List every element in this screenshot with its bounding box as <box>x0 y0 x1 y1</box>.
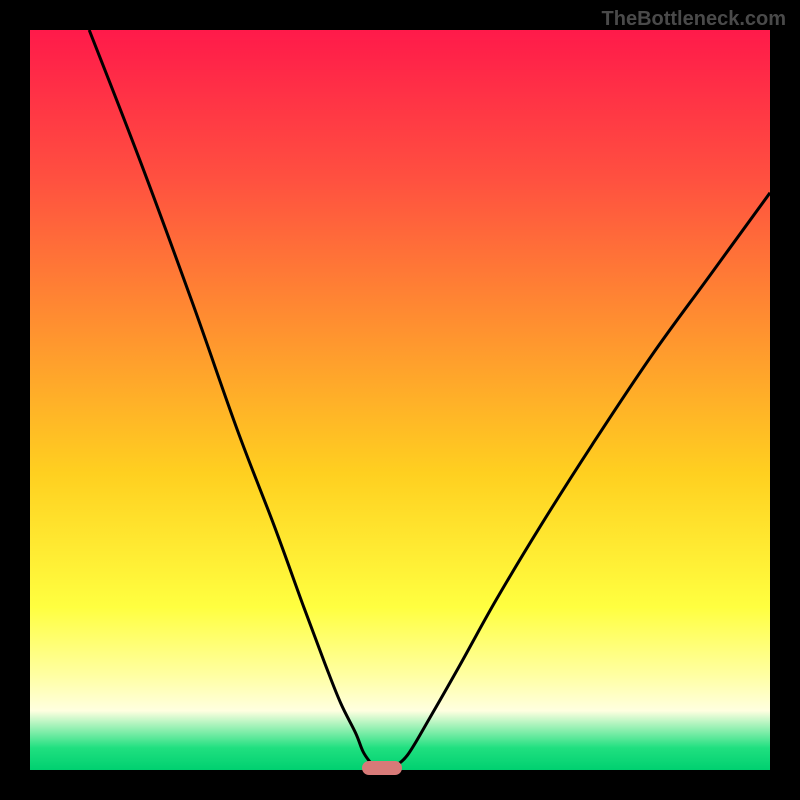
curves-svg <box>30 30 770 770</box>
watermark-label: TheBottleneck.com <box>602 8 786 31</box>
chart-container: TheBottleneck.com <box>0 0 800 800</box>
right-curve <box>393 193 770 768</box>
plot-area <box>30 30 770 770</box>
left-curve <box>89 30 374 768</box>
minimum-marker <box>362 761 402 775</box>
